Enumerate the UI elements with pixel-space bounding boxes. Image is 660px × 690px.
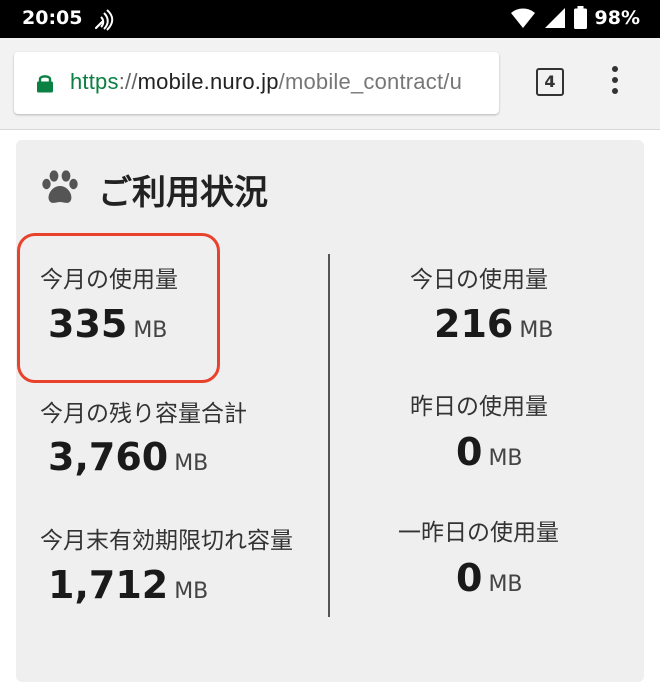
yesterday-usage-value: 0 MB bbox=[456, 430, 523, 474]
today-usage-value: 216 MB bbox=[434, 302, 553, 346]
url-path: /mobile_contract/u bbox=[278, 69, 463, 94]
paw-icon bbox=[42, 170, 78, 203]
status-bar: 20:05 98% bbox=[0, 0, 660, 38]
month-remaining-unit: MB bbox=[174, 451, 209, 476]
url-text: https://mobile.nuro.jp/mobile_contract/u bbox=[70, 69, 462, 95]
overflow-menu-icon[interactable] bbox=[605, 66, 625, 100]
browser-toolbar: https://mobile.nuro.jp/mobile_contract/u… bbox=[0, 38, 660, 130]
yesterday-usage-label: 昨日の使用量 bbox=[410, 394, 548, 420]
month-remaining-label: 今月の残り容量合計 bbox=[40, 401, 247, 427]
cell-signal-icon bbox=[544, 7, 565, 28]
url-scheme: https bbox=[70, 69, 119, 94]
month-expiring-label: 今月末有効期限切れ容量 bbox=[40, 528, 293, 554]
status-time: 20:05 bbox=[22, 7, 83, 29]
battery-percent: 98% bbox=[594, 6, 640, 29]
nfc-icon bbox=[94, 9, 114, 31]
yesterday-usage-unit: MB bbox=[488, 446, 523, 471]
today-usage-number: 216 bbox=[434, 302, 514, 346]
month-remaining-value: 3,760 MB bbox=[48, 435, 208, 479]
month-expiring-value: 1,712 MB bbox=[48, 563, 208, 607]
highlight-box bbox=[17, 233, 220, 383]
card-title: ご利用状況 bbox=[98, 173, 268, 213]
battery-icon bbox=[573, 6, 587, 29]
lock-icon bbox=[37, 75, 53, 93]
address-bar[interactable]: https://mobile.nuro.jp/mobile_contract/u bbox=[14, 52, 499, 114]
day-before-usage-label: 一昨日の使用量 bbox=[398, 520, 559, 546]
day-before-usage-value: 0 MB bbox=[456, 556, 523, 600]
day-before-usage-unit: MB bbox=[488, 572, 523, 597]
wifi-icon bbox=[510, 8, 535, 28]
today-usage-label: 今日の使用量 bbox=[410, 267, 548, 293]
month-expiring-unit: MB bbox=[174, 579, 209, 604]
yesterday-usage-number: 0 bbox=[456, 430, 483, 474]
today-usage-unit: MB bbox=[519, 318, 554, 343]
tab-switcher-button[interactable]: 4 bbox=[536, 68, 564, 96]
month-remaining-number: 3,760 bbox=[48, 435, 169, 479]
month-expiring-number: 1,712 bbox=[48, 563, 169, 607]
url-separator: :// bbox=[118, 69, 138, 94]
url-host: mobile.nuro.jp bbox=[137, 69, 279, 94]
column-divider bbox=[328, 254, 330, 617]
day-before-usage-number: 0 bbox=[456, 556, 483, 600]
